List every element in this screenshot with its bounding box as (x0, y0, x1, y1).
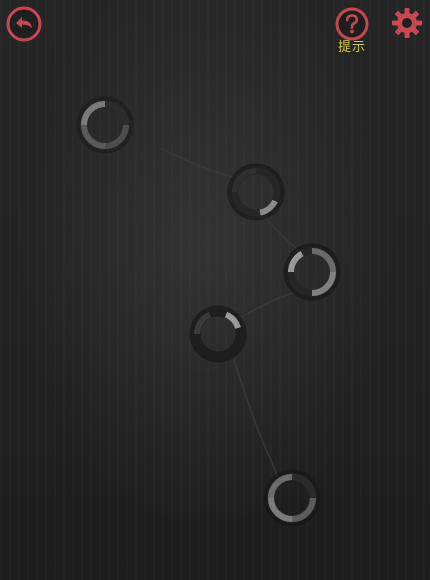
undo-arrow-icon (6, 6, 42, 42)
game-board: 提示 (0, 0, 430, 580)
puzzle-canvas (76, 96, 341, 527)
ring-node-5[interactable] (263, 469, 321, 527)
link-4-5 (233, 359, 279, 479)
ring-node-4[interactable] (189, 305, 247, 363)
hint-button[interactable] (334, 6, 370, 42)
settings-button[interactable] (390, 6, 424, 40)
link-3-4 (239, 291, 297, 319)
link-2-3 (261, 213, 301, 253)
hint-label: 提示 (337, 40, 366, 55)
ring-node-1[interactable] (76, 96, 134, 154)
link-1-2 (159, 147, 237, 179)
ring-node-2[interactable] (227, 163, 285, 221)
question-mark-icon (335, 7, 369, 41)
gear-icon (392, 8, 422, 38)
ring-node-3[interactable] (283, 243, 341, 301)
back-button[interactable] (6, 6, 42, 42)
